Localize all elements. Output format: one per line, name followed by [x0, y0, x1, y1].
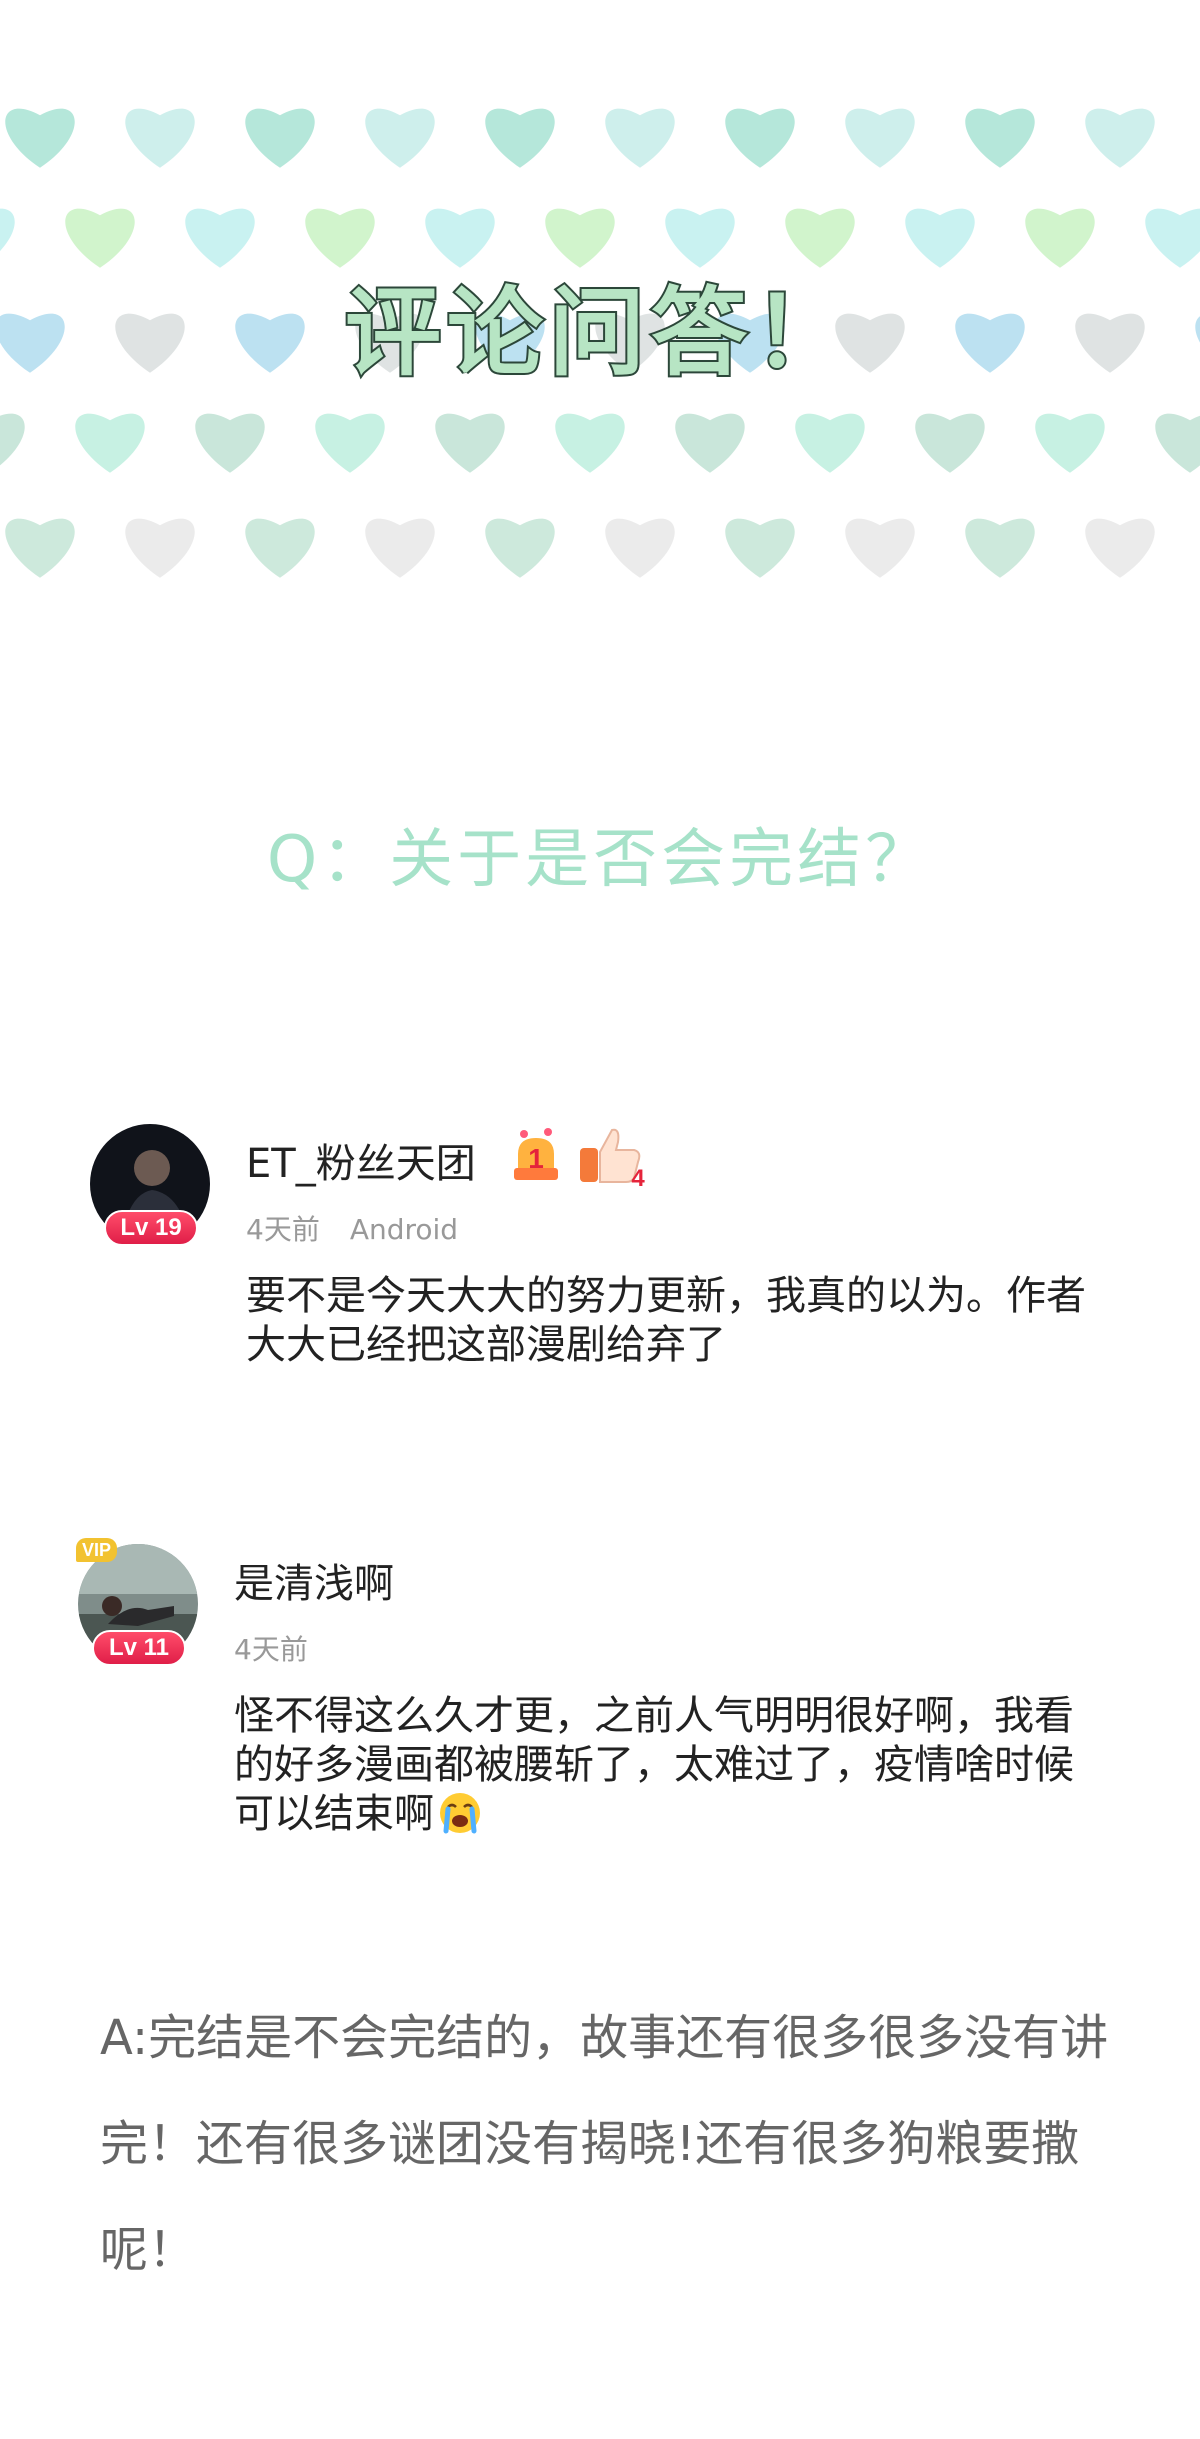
heart-icon: [245, 108, 315, 168]
heart-icon: [75, 413, 145, 473]
heart-icon: [365, 518, 435, 578]
heart-icon: [1035, 413, 1105, 473]
answer-text: A:完结是不会完结的，故事还有很多很多没有讲完！还有很多谜团没有揭晓!还有很多狗…: [100, 2010, 1109, 2278]
level-badge: Lv 11: [92, 1630, 186, 1666]
comment-device: Android: [349, 1213, 459, 1246]
heart-icon: [125, 518, 195, 578]
header-banner: 评论问答！: [0, 0, 1200, 600]
comment-time: 4天前: [246, 1213, 320, 1246]
comment-time: 4天前: [234, 1633, 308, 1666]
heart-icon: [245, 518, 315, 578]
comment-meta: 4天前: [234, 1628, 308, 1668]
svg-text:4: 4: [631, 1165, 645, 1190]
heart-icon: [605, 518, 675, 578]
banner-title: 评论问答！: [343, 275, 855, 391]
heart-icon: [485, 108, 555, 168]
heart-icon: [845, 518, 915, 578]
heart-icon: [5, 518, 75, 578]
comment-meta: 4天前 Android: [246, 1208, 458, 1248]
heart-icon: [555, 413, 625, 473]
heart-icon: [365, 108, 435, 168]
comment-text: 怪不得这么久才更，之前人气明明很好啊，我看的好多漫画都被腰斩了，太难过了，疫情啥…: [234, 1692, 1094, 1839]
heart-icon: [0, 413, 25, 466]
heart-icon: [965, 518, 1035, 578]
username[interactable]: ET_粉丝天团: [246, 1131, 476, 1189]
heart-icon: [195, 413, 265, 473]
medal-4-thumb-icon: 4: [580, 1128, 645, 1190]
heart-icon: [435, 413, 505, 473]
vip-badge: VIP: [76, 1538, 118, 1562]
level-badge: Lv 19: [104, 1210, 198, 1246]
heart-icon: [605, 108, 675, 168]
avatar[interactable]: Lv 19: [90, 1124, 210, 1246]
username[interactable]: 是清浅啊: [234, 1551, 394, 1609]
heart-icon: [725, 108, 795, 168]
question-heading: Q：关于是否会完结？: [266, 823, 934, 897]
heart-icon: [485, 518, 555, 578]
heart-icon: [965, 108, 1035, 168]
heart-icon: [915, 413, 985, 473]
heart-icon: [5, 108, 75, 168]
heart-icon: [1085, 518, 1155, 578]
crying-face-icon: [440, 1793, 480, 1834]
heart-icon: [725, 518, 795, 578]
heart-icon: [675, 413, 745, 473]
avatar[interactable]: VIP Lv 11: [76, 1538, 198, 1666]
heart-icon: [845, 108, 915, 168]
comment-card: Lv 19 ET_粉丝天团 1 4 4天前 Android 要不是今天大大的努力更…: [0, 1120, 1200, 1390]
heart-icon: [1155, 413, 1200, 473]
comment-text-content: 怪不得这么久才更，之前人气明明很好啊，我看的好多漫画都被腰斩了，太难过了，疫情啥…: [234, 1693, 1074, 1837]
comment-card: VIP Lv 11 是清浅啊 4天前 怪不得这么久才更，之前人气明明很好啊，我看…: [0, 1538, 1200, 1870]
heart-icon: [125, 108, 195, 168]
medal-1-icon: 1: [514, 1128, 558, 1180]
svg-text:1: 1: [528, 1143, 544, 1174]
heart-icon: [795, 413, 865, 473]
heart-icon: [1085, 108, 1155, 168]
heart-icon: [315, 413, 385, 473]
comment-text: 要不是今天大大的努力更新，我真的以为。作者大大已经把这部漫剧给弃了: [246, 1273, 1086, 1368]
